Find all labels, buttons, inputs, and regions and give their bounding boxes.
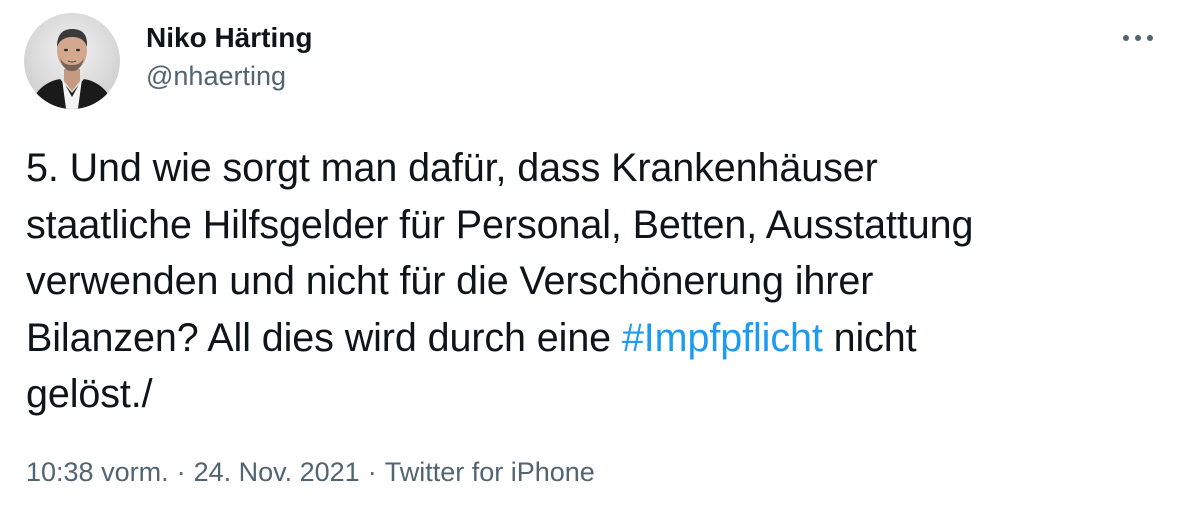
tweet-text-line: Bilanzen? All dies wird durch eine #Impf…: [26, 315, 917, 360]
meta-separator: ·: [176, 457, 186, 487]
date-link[interactable]: 24. Nov. 2021: [194, 457, 360, 487]
hashtag-link[interactable]: #Impfpflicht: [622, 316, 823, 360]
tweet-text-line: 5. Und wie sorgt man dafür, dass Kranken…: [26, 146, 878, 190]
display-name[interactable]: Niko Härting: [146, 18, 312, 58]
tweet-text-line: verwenden und nicht für die Verschönerun…: [26, 259, 874, 303]
more-options-button[interactable]: [1118, 26, 1158, 50]
meta-separator: ·: [367, 457, 377, 487]
tweet-metadata: 10:38 vorm. · 24. Nov. 2021 · Twitter for iP…: [26, 454, 595, 490]
user-handle[interactable]: @nhaerting: [146, 58, 312, 94]
avatar[interactable]: [24, 13, 120, 109]
timestamp-link[interactable]: 10:38 vorm.: [26, 457, 169, 487]
more-horizontal-icon: [1123, 35, 1153, 41]
tweet-text-line: gelöst./: [26, 372, 153, 416]
tweet-text: 5. Und wie sorgt man dafür, dass Kranken…: [26, 140, 1176, 423]
tweet-card: Niko Härting @nhaerting 5. Und wie sorgt…: [0, 0, 1194, 514]
author-block: Niko Härting @nhaerting: [146, 18, 312, 94]
avatar-photo: [24, 13, 120, 109]
tweet-text-line: staatliche Hilfsgelder für Personal, Bet…: [26, 202, 974, 247]
source-link[interactable]: Twitter for iPhone: [385, 457, 595, 487]
